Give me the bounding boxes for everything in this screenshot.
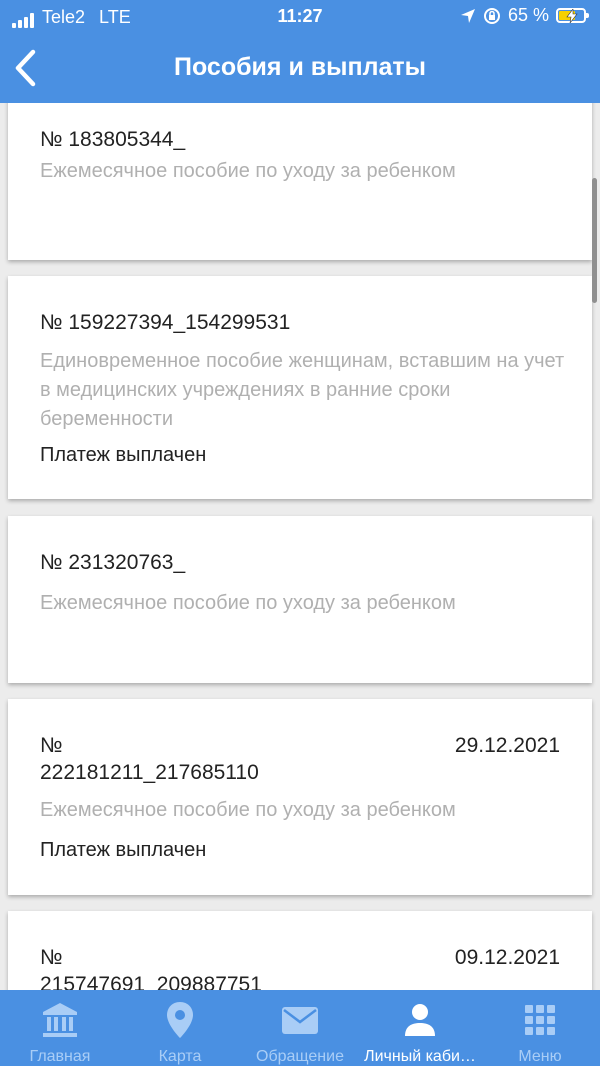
tab-label: Личный каби… <box>364 1048 476 1065</box>
payment-status: Платеж выплачен <box>40 444 207 466</box>
nav-bar: Пособия и выплаты <box>0 34 600 103</box>
envelope-icon <box>282 1007 318 1034</box>
user-icon <box>405 1004 435 1036</box>
tab-map[interactable]: Карта <box>120 990 240 1066</box>
rotation-lock-icon <box>483 7 500 24</box>
tab-label: Меню <box>518 1048 562 1065</box>
scrollbar[interactable] <box>592 178 597 303</box>
benefit-number: № 183805344_ <box>40 128 186 151</box>
tab-account[interactable]: Личный каби… <box>360 990 480 1066</box>
tab-label: Карта <box>158 1048 202 1065</box>
benefit-description: Ежемесячное пособие по уходу за ребенком <box>40 160 456 182</box>
bank-icon <box>43 1003 77 1037</box>
tab-menu[interactable]: Меню <box>480 990 600 1066</box>
benefit-description: Единовременное пособие женщинам, вставши… <box>40 350 565 430</box>
tab-appeal[interactable]: Обращение <box>240 990 360 1066</box>
location-arrow-icon <box>460 8 475 23</box>
benefit-card[interactable]: № 222181211_217685110 29.12.2021 Ежемеся… <box>8 699 592 895</box>
status-right: 65 % <box>460 5 589 26</box>
battery-icon <box>556 8 589 23</box>
tab-label: Главная <box>29 1048 91 1065</box>
battery-percent: 65 % <box>507 5 549 25</box>
benefit-card[interactable]: № 215747691_209887751 09.12.2021 <box>8 911 592 990</box>
benefit-card[interactable]: № 183805344_ Ежемесячное пособие по уход… <box>8 103 592 260</box>
payment-status: Платеж выплачен <box>40 839 207 861</box>
benefit-number: № 215747691_209887751 <box>40 946 262 990</box>
bottom-tab-bar: Главная Карта Обращение Личный каби… Мен… <box>0 990 600 1066</box>
benefit-date: 09.12.2021 <box>454 946 560 969</box>
benefit-number: № 231320763_ <box>40 551 186 574</box>
benefits-list[interactable]: № 183805344_ Ежемесячное пособие по уход… <box>0 103 600 990</box>
benefit-description: Ежемесячное пособие по уходу за ребенком <box>40 592 456 614</box>
benefit-card[interactable]: № 231320763_ Ежемесячное пособие по уход… <box>8 516 592 683</box>
status-bar: Tele2 LTE 11:27 65 % <box>0 0 600 34</box>
benefit-date: 29.12.2021 <box>454 734 560 757</box>
benefit-card[interactable]: № 159227394_154299531 Единовременное пос… <box>8 276 592 499</box>
benefit-description: Ежемесячное пособие по уходу за ребенком <box>40 799 456 821</box>
page-title: Пособия и выплаты <box>174 53 426 81</box>
app-header: Tele2 LTE 11:27 65 % Пособия и выплаты <box>0 0 600 103</box>
location-pin-icon <box>167 1002 193 1038</box>
grid-icon <box>525 1005 555 1035</box>
benefit-number: № 159227394_154299531 <box>40 311 291 334</box>
tab-home[interactable]: Главная <box>0 990 120 1066</box>
tab-label: Обращение <box>256 1048 344 1065</box>
benefit-number: № 222181211_217685110 <box>40 734 259 784</box>
